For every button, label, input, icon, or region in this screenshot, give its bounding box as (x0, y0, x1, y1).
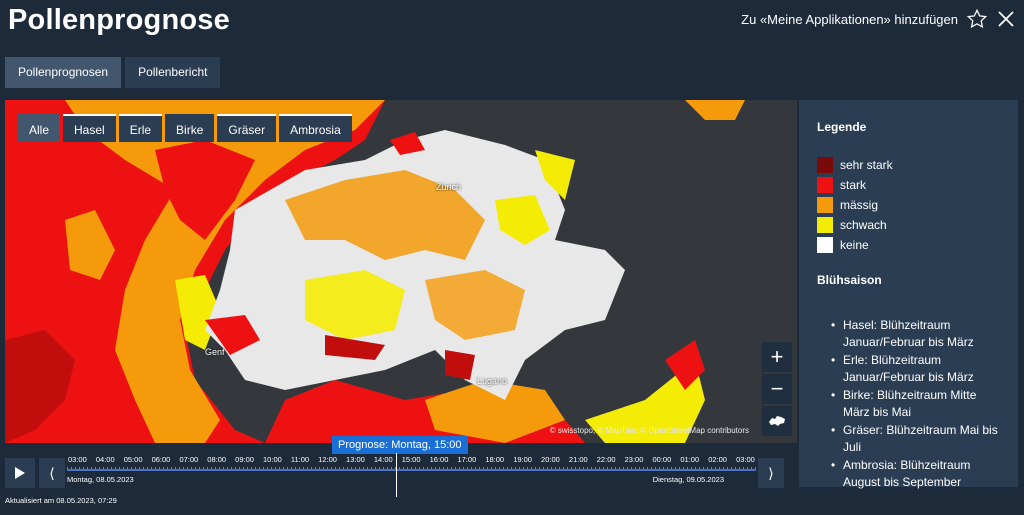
timeline-hour-label: 08:00 (207, 455, 227, 464)
timeline-hour-label: 13:00 (346, 455, 365, 464)
list-item: Birke: Blühzeitraum Mitte März bis Mai (831, 387, 1000, 421)
legend-swatch-keine (817, 237, 833, 253)
list-item: Hasel: Blühzeitraum Januar/Februar bis M… (831, 317, 1000, 351)
date-label-left: Montag, 08.05.2023 (67, 475, 134, 484)
timeline-ticks (67, 467, 756, 471)
timeline-hour-label: 01:00 (680, 455, 700, 464)
legend-label: sehr stark (840, 158, 893, 172)
timeline-hour-label: 04:00 (95, 455, 115, 464)
timeline-hour-label: 14:00 (373, 455, 393, 464)
timeline-hour-label: 19:00 (513, 455, 532, 464)
city-label-genf: Genf (205, 347, 225, 357)
filter-ambrosia[interactable]: Ambrosia (279, 114, 352, 142)
timeline-hour-label: 00:00 (652, 455, 672, 464)
filter-alle[interactable]: Alle (18, 114, 61, 142)
filter-erle[interactable]: Erle (118, 114, 163, 142)
pollen-map[interactable]: Alle Hasel Erle Birke Gräser Ambrosia Zü… (5, 100, 797, 443)
legend-title: Legende (817, 120, 867, 134)
legend-item: stark (817, 175, 1000, 195)
timeline-slider[interactable]: 03:00 04:00 05:00 06:00 07:00 08:00 09:00 10:00… (67, 455, 756, 491)
timeline-hour-label: 18:00 (485, 455, 505, 464)
switzerland-extent-button[interactable] (762, 406, 792, 436)
legend-label: schwach (840, 218, 887, 232)
previous-button[interactable]: ⟨ (39, 458, 65, 488)
bluehsaison-list: Hasel: Blühzeitraum Januar/Februar bis M… (817, 317, 1000, 491)
city-label-zuerich: Zürich (436, 182, 462, 192)
timeline-hour-label: 23:00 (624, 455, 644, 464)
timeline-hour-label: 02:00 (708, 455, 727, 464)
legend-swatch-schwach (817, 217, 833, 233)
timeline-hour-label: 03:00 (68, 455, 87, 464)
bluehsaison-title: Blühsaison (817, 273, 882, 287)
list-item: Gräser: Blühzeitraum Mai bis Juli (831, 422, 1000, 456)
star-icon[interactable] (966, 8, 988, 30)
city-label-lugano: Lugano (477, 376, 508, 386)
close-icon[interactable] (996, 9, 1016, 29)
timeline-hour-label: 22:00 (596, 455, 616, 464)
timeline-hour-label: 11:00 (290, 455, 310, 464)
updated-timestamp: Aktualisiert am 08.05.2023, 07:29 (5, 496, 117, 505)
switzerland-icon (769, 416, 785, 426)
forecast-time-label: Prognose: Montag, 15:00 (332, 436, 468, 454)
timeline-hour-label: 15:00 (401, 455, 421, 464)
chevron-right-icon: ⟩ (768, 464, 774, 481)
legend-panel: Legende sehr stark stark mässig schwach … (799, 100, 1018, 489)
play-button[interactable] (5, 458, 35, 488)
zoom-in-button[interactable]: + (762, 342, 792, 372)
tab-pollenbericht[interactable]: Pollenbericht (125, 57, 221, 88)
filter-hasel[interactable]: Hasel (63, 114, 116, 142)
timeline-hour-label: 21:00 (568, 455, 588, 464)
legend-item: mässig (817, 195, 1000, 215)
map-canvas (5, 100, 745, 443)
timeline-cursor[interactable] (396, 453, 397, 497)
legend-swatch-stark (817, 177, 833, 193)
page-title: Pollenprognose (8, 4, 230, 36)
pollen-type-filter: Alle Hasel Erle Birke Gräser Ambrosia (18, 114, 352, 142)
legend-item: schwach (817, 215, 1000, 235)
timeline-hour-label: 17:00 (457, 455, 477, 464)
list-item: Ambrosia: Blühzeitraum August bis Septem… (831, 457, 1000, 491)
legend-swatch-sehr-stark (817, 157, 833, 173)
date-label-right: Dienstag, 09.05.2023 (652, 475, 724, 484)
map-attribution: © swisstopo, © MapTiler, © OpenStreetMap… (549, 426, 749, 435)
top-tabs: Pollenprognosen Pollenbericht (5, 57, 221, 88)
timeline-hour-label: 07:00 (179, 455, 199, 464)
timeline-hour-label: 03:00 (736, 455, 755, 464)
zoom-out-button[interactable]: − (762, 374, 792, 404)
timeline-hour-label: 06:00 (151, 455, 171, 464)
timeline-hour-label: 09:00 (235, 455, 254, 464)
next-button[interactable]: ⟩ (758, 458, 784, 488)
list-item: Erle: Blühzeitraum Januar/Februar bis Mä… (831, 352, 1000, 386)
legend-item: keine (817, 235, 1000, 255)
timeline-dates: Montag, 08.05.2023 Dienstag, 09.05.2023 (67, 475, 756, 484)
legend-label: mässig (840, 198, 879, 212)
timeline-hours: 03:00 04:00 05:00 06:00 07:00 08:00 09:00 10:00… (67, 455, 756, 464)
legend-swatch-maessig (817, 197, 833, 213)
chevron-left-icon: ⟨ (49, 464, 55, 481)
timeline-hour-label: 05:00 (123, 455, 143, 464)
play-icon (15, 467, 25, 479)
timeline-hour-label: 12:00 (318, 455, 337, 464)
timeline-hour-label: 16:00 (429, 455, 449, 464)
add-to-my-apps-link[interactable]: Zu «Meine Applikationen» hinzufügen (741, 12, 958, 27)
filter-graeser[interactable]: Gräser (217, 114, 277, 142)
timeline-hour-label: 10:00 (263, 455, 282, 464)
legend-label: keine (840, 238, 869, 252)
timeline-hour-label: 20:00 (541, 455, 560, 464)
filter-birke[interactable]: Birke (165, 114, 215, 142)
legend-item: sehr stark (817, 155, 1000, 175)
legend-label: stark (840, 178, 867, 192)
tab-pollenprognosen[interactable]: Pollenprognosen (5, 57, 122, 88)
